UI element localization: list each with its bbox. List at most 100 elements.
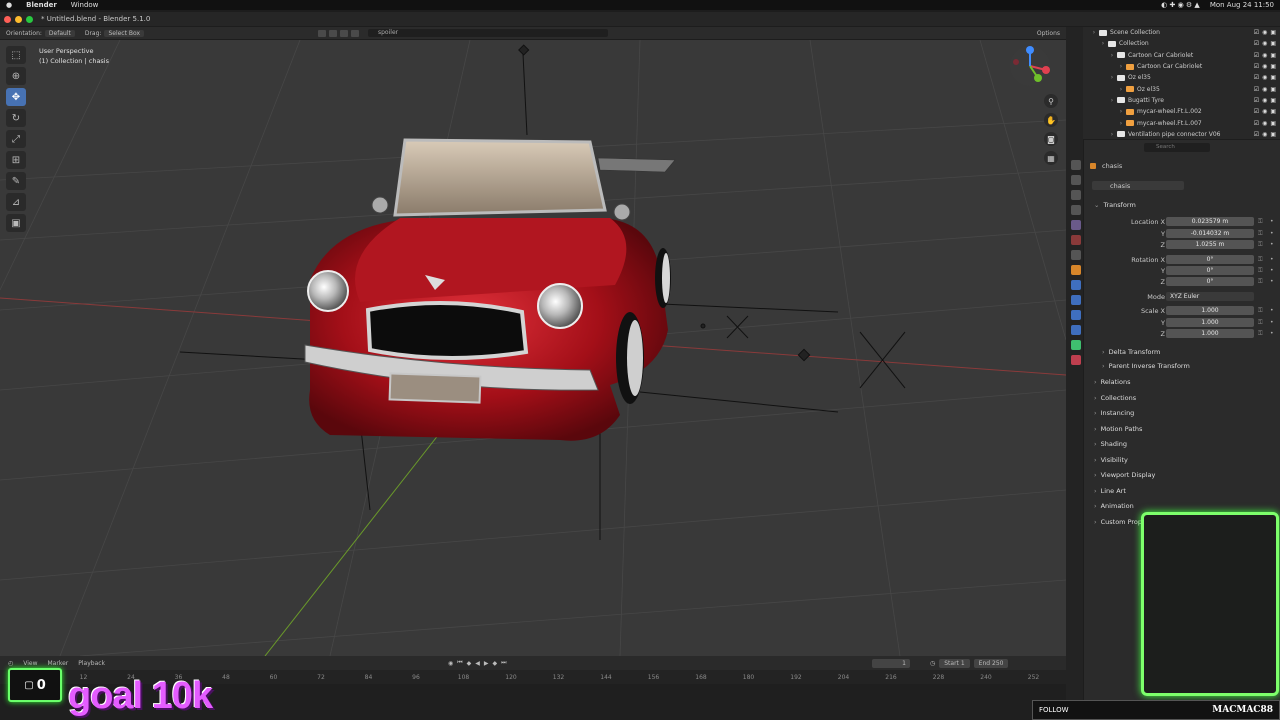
- collection-tab-icon[interactable]: [1071, 250, 1081, 260]
- end-frame-field[interactable]: End 250: [973, 658, 1009, 668]
- scale-z-field[interactable]: 1.000: [1166, 329, 1254, 338]
- play-reverse-icon[interactable]: ◀: [475, 660, 480, 667]
- menu-window[interactable]: Window: [71, 1, 99, 9]
- eye-icon[interactable]: ◉: [1262, 63, 1267, 70]
- properties-section-header[interactable]: › Shading: [1094, 440, 1127, 448]
- lock-icon[interactable]: ⚿: [1258, 230, 1263, 238]
- camera-render-icon[interactable]: ▣: [1270, 74, 1276, 81]
- editor-type-icon[interactable]: ◴: [8, 660, 13, 667]
- view-layer-tab-icon[interactable]: [1071, 205, 1081, 215]
- menu-app[interactable]: Blender: [26, 1, 57, 9]
- status-icons[interactable]: ◐ ✚ ◉ ⚙ ▲: [1161, 1, 1200, 9]
- camera-render-icon[interactable]: ▣: [1270, 108, 1276, 115]
- lock-icon[interactable]: ⚿: [1258, 307, 1263, 315]
- outliner-row[interactable]: › Cartoon Car Cabriolet ☑ ◉ ▣: [1083, 61, 1280, 72]
- add-cube-tool-icon[interactable]: ▣: [6, 214, 26, 232]
- keyframe-dot-icon[interactable]: •: [1270, 307, 1274, 314]
- outliner-row[interactable]: › mycar-wheel.Ft.L.002 ☑ ◉ ▣: [1083, 106, 1280, 117]
- outliner-row[interactable]: › Cartoon Car Cabriolet ☑ ◉ ▣: [1083, 50, 1280, 61]
- output-tab-icon[interactable]: [1071, 190, 1081, 200]
- keyframe-dot-icon[interactable]: •: [1270, 267, 1274, 274]
- jump-end-icon[interactable]: ⏭: [501, 659, 506, 667]
- outliner-row[interactable]: › Scene Collection ☑ ◉ ▣: [1083, 27, 1280, 38]
- outliner-filter-search[interactable]: spoiler: [368, 29, 608, 37]
- eye-icon[interactable]: ◉: [1262, 29, 1267, 36]
- object-datablock-row[interactable]: chasis: [1084, 180, 1280, 191]
- play-icon[interactable]: ▶: [484, 660, 489, 667]
- properties-section-header[interactable]: › Collections: [1094, 394, 1136, 402]
- camera-render-icon[interactable]: ▣: [1270, 97, 1276, 104]
- eye-icon[interactable]: ◉: [1262, 108, 1267, 115]
- eye-icon[interactable]: ◉: [1262, 40, 1267, 47]
- particles-tab-icon[interactable]: [1071, 295, 1081, 305]
- keyframe-dot-icon[interactable]: •: [1270, 218, 1274, 225]
- properties-section-header[interactable]: › Line Art: [1094, 487, 1126, 495]
- properties-section-header[interactable]: › Instancing: [1094, 409, 1134, 417]
- camera-render-icon[interactable]: ▣: [1270, 120, 1276, 127]
- camera-render-icon[interactable]: ▣: [1270, 131, 1276, 138]
- expand-chevron-icon[interactable]: ›: [1107, 97, 1117, 104]
- expand-chevron-icon[interactable]: ›: [1107, 131, 1117, 138]
- checkbox-icon[interactable]: ☑: [1254, 86, 1259, 93]
- camera-render-icon[interactable]: ▣: [1270, 40, 1276, 47]
- expand-chevron-icon[interactable]: ›: [1116, 108, 1126, 115]
- expand-chevron-icon[interactable]: ›: [1089, 29, 1099, 36]
- shading-solid-icon[interactable]: [329, 29, 337, 37]
- outliner-row[interactable]: › Oz el35 ☑ ◉ ▣: [1083, 72, 1280, 83]
- properties-section-header[interactable]: › Visibility: [1094, 456, 1128, 464]
- properties-section-header[interactable]: › Motion Paths: [1094, 425, 1142, 433]
- 3d-viewport[interactable]: User Perspective (1) Collection | chasis…: [0, 40, 1066, 656]
- close-window-button[interactable]: [4, 15, 11, 23]
- grid-view-icon[interactable]: ▦: [1044, 151, 1058, 165]
- eye-icon[interactable]: ◉: [1262, 74, 1267, 81]
- scale-x-field[interactable]: 1.000: [1166, 306, 1254, 315]
- scene-tab-icon[interactable]: [1071, 220, 1081, 230]
- checkbox-icon[interactable]: ☑: [1254, 131, 1259, 138]
- expand-chevron-icon[interactable]: ›: [1116, 120, 1126, 127]
- checkbox-icon[interactable]: ☑: [1254, 120, 1259, 127]
- render-tab-icon[interactable]: [1071, 175, 1081, 185]
- transform-subsection-header[interactable]: › Delta Transform: [1102, 348, 1160, 356]
- annotate-tool-icon[interactable]: ✎: [6, 172, 26, 190]
- timeline-marker-menu[interactable]: Marker: [48, 660, 69, 667]
- properties-search[interactable]: Search: [1144, 143, 1210, 152]
- prev-keyframe-icon[interactable]: ◆: [467, 660, 472, 667]
- expand-chevron-icon[interactable]: ›: [1107, 52, 1117, 59]
- camera-render-icon[interactable]: ▣: [1270, 52, 1276, 59]
- camera-render-icon[interactable]: ▣: [1270, 63, 1276, 70]
- constraints-tab-icon[interactable]: [1071, 325, 1081, 335]
- expand-chevron-icon[interactable]: ›: [1116, 63, 1126, 70]
- expand-chevron-icon[interactable]: ›: [1098, 40, 1108, 47]
- tool-tab-icon[interactable]: [1071, 160, 1081, 170]
- preview-range-icon[interactable]: ◷: [930, 660, 935, 667]
- eye-icon[interactable]: ◉: [1262, 52, 1267, 59]
- scale-y-field[interactable]: 1.000: [1166, 318, 1254, 327]
- location-x-field[interactable]: 0.023579 m: [1166, 217, 1254, 226]
- data-tab-icon[interactable]: [1071, 340, 1081, 350]
- zoom-window-button[interactable]: [26, 15, 33, 23]
- keyframe-dot-icon[interactable]: •: [1270, 319, 1274, 326]
- camera-render-icon[interactable]: ▣: [1270, 86, 1276, 93]
- lock-icon[interactable]: ⚿: [1258, 218, 1263, 226]
- expand-chevron-icon[interactable]: ›: [1107, 74, 1117, 81]
- outliner-row[interactable]: › Bugatti Tyre ☑ ◉ ▣: [1083, 95, 1280, 106]
- drag-value[interactable]: Select Box: [104, 29, 145, 37]
- camera-render-icon[interactable]: ▣: [1270, 29, 1276, 36]
- measure-tool-icon[interactable]: ⊿: [6, 193, 26, 211]
- rotation-z-field[interactable]: 0°: [1166, 277, 1254, 286]
- outliner-row[interactable]: › mycar-wheel.Ft.L.007 ☑ ◉ ▣: [1083, 117, 1280, 128]
- checkbox-icon[interactable]: ☑: [1254, 97, 1259, 104]
- transform-section-header[interactable]: ⌄ Transform: [1094, 201, 1136, 209]
- keyframe-dot-icon[interactable]: •: [1270, 330, 1274, 337]
- modifier-tab-icon[interactable]: [1071, 280, 1081, 290]
- outliner-row[interactable]: › Oz el35 ☑ ◉ ▣: [1083, 83, 1280, 94]
- location-z-field[interactable]: 1.0255 m: [1166, 240, 1254, 249]
- rotation-y-field[interactable]: 0°: [1166, 266, 1254, 275]
- eye-icon[interactable]: ◉: [1262, 97, 1267, 104]
- auto-keying-icon[interactable]: ◉: [448, 660, 453, 667]
- lock-icon[interactable]: ⚿: [1258, 256, 1263, 264]
- lock-icon[interactable]: ⚿: [1258, 241, 1263, 249]
- cursor-tool-icon[interactable]: ⊕: [6, 67, 26, 85]
- outliner-row[interactable]: › Ventilation pipe connector V06 ☑ ◉ ▣: [1083, 129, 1280, 139]
- eye-icon[interactable]: ◉: [1262, 131, 1267, 138]
